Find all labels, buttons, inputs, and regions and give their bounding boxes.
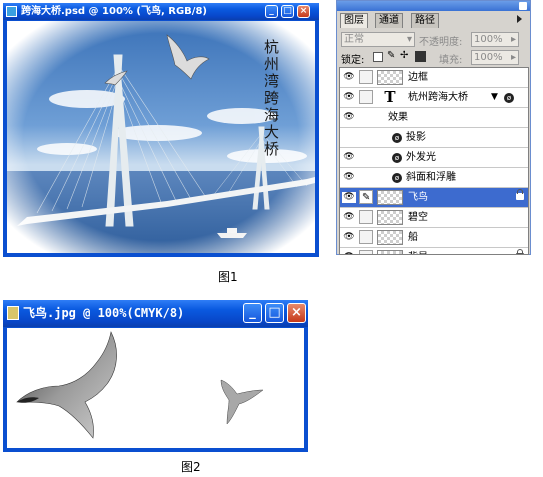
panel-header[interactable]: [337, 1, 530, 11]
minimize-button[interactable]: _: [243, 303, 262, 323]
opacity-field[interactable]: 100% ▸: [471, 32, 519, 47]
document-canvas[interactable]: [7, 328, 304, 448]
effects-label: 效果: [388, 112, 408, 123]
figure-caption-1: 图1: [218, 270, 238, 284]
effect-row-bevel-emboss[interactable]: 👁 ø 斜面和浮雕: [340, 168, 528, 188]
effect-icon: ø: [392, 153, 402, 163]
tab-channels[interactable]: 通道: [375, 13, 403, 28]
eye-icon[interactable]: 👁: [342, 112, 356, 123]
link-box[interactable]: [359, 250, 373, 254]
layer-row-sky[interactable]: 👁 碧空: [340, 208, 528, 228]
layer-name: 杭州跨海大桥: [408, 92, 468, 103]
lock-icon: [516, 189, 524, 200]
layer-row-background[interactable]: 👁 背景: [340, 248, 528, 254]
eye-icon[interactable]: 👁: [342, 72, 356, 83]
effect-name: 外发光: [406, 152, 436, 163]
layer-name: 背景: [408, 248, 428, 254]
link-box[interactable]: [359, 90, 373, 104]
layer-name: 船: [408, 232, 418, 243]
lock-icon: [516, 249, 524, 254]
jpg-doc-icon: [7, 306, 19, 320]
photoshop-doc-icon: [6, 6, 17, 17]
document-window-bridge: 跨海大桥.psd @ 100% (飞鸟, RGB/8) _ □ × 杭州湾跨海大…: [3, 3, 319, 257]
eye-off-placeholder[interactable]: [342, 132, 356, 143]
minimize-button[interactable]: _: [265, 5, 278, 18]
lock-fill-row: 锁定: ✎ ✢ 填充: 100% ▸: [339, 50, 527, 66]
layer-row-text[interactable]: 👁 T 杭州跨海大桥 ▼ ø: [340, 88, 528, 108]
effect-row-outer-glow[interactable]: 👁 ø 外发光: [340, 148, 528, 168]
maximize-button[interactable]: □: [281, 5, 294, 18]
fill-field[interactable]: 100% ▸: [471, 50, 519, 65]
panel-close-icon[interactable]: [519, 2, 527, 10]
link-box[interactable]: [359, 230, 373, 244]
maximize-button[interactable]: □: [265, 303, 284, 323]
layers-panel: 图层 通道 路径 正常 ▾ 不透明度: 100% ▸ 锁定: ✎ ✢ 填充: 1…: [336, 0, 531, 255]
document-canvas[interactable]: 杭州湾跨海大桥: [7, 21, 315, 253]
blend-opacity-row: 正常 ▾ 不透明度: 100% ▸: [339, 30, 527, 48]
eye-icon[interactable]: 👁: [342, 172, 356, 183]
bird-artwork: [16, 331, 264, 439]
eye-icon[interactable]: 👁: [342, 212, 356, 223]
lock-transparency-icon[interactable]: [373, 52, 383, 62]
layer-name: 碧空: [408, 212, 428, 223]
chevron-right-icon: ▸: [510, 52, 516, 63]
eye-icon[interactable]: 👁: [342, 92, 356, 103]
effect-icon: ø: [392, 173, 402, 183]
window-title-bar[interactable]: 飞鸟.jpg @ 100%(CMYK/8): [3, 300, 308, 327]
eye-icon[interactable]: 👁: [342, 252, 356, 254]
fill-value: 100%: [474, 52, 503, 63]
document-window-bird: 飞鸟.jpg @ 100%(CMYK/8) _ □ ×: [3, 300, 308, 452]
large-gull: [16, 331, 117, 439]
figure-caption-2: 图2: [181, 460, 201, 474]
brush-link-icon[interactable]: ✎: [359, 190, 373, 204]
layer-row-ship[interactable]: 👁 船: [340, 228, 528, 248]
blend-mode-value: 正常: [344, 34, 364, 45]
effect-row-drop-shadow[interactable]: ø 投影: [340, 128, 528, 148]
eye-icon[interactable]: 👁: [342, 232, 356, 243]
window-title: 跨海大桥.psd @ 100% (飞鸟, RGB/8): [21, 6, 207, 17]
effect-name: 投影: [406, 132, 426, 143]
link-box[interactable]: [359, 70, 373, 84]
layer-name: 边框: [408, 72, 428, 83]
effects-header-row[interactable]: 👁 效果: [340, 108, 528, 128]
eye-icon[interactable]: 👁: [342, 152, 356, 163]
small-gull: [220, 379, 264, 425]
lock-move-icon[interactable]: ✢: [400, 50, 408, 61]
effects-icon: ø: [504, 93, 514, 103]
layer-thumbnail: [377, 70, 403, 85]
vertical-title-text: 杭州湾跨海大桥: [264, 38, 280, 158]
close-button[interactable]: ×: [287, 303, 306, 323]
lock-brush-icon[interactable]: ✎: [387, 50, 395, 61]
fill-label: 填充:: [439, 55, 463, 66]
lock-all-icon[interactable]: [415, 51, 426, 62]
tab-layers[interactable]: 图层: [340, 13, 368, 28]
lock-label: 锁定:: [341, 55, 365, 66]
tab-paths[interactable]: 路径: [411, 13, 439, 28]
layer-row-border[interactable]: 👁 边框: [340, 68, 528, 88]
layer-thumbnail: [377, 190, 403, 205]
link-box[interactable]: [359, 210, 373, 224]
expand-effects-icon[interactable]: ▼: [491, 88, 498, 107]
panel-menu-arrow-icon[interactable]: [517, 15, 522, 23]
layer-thumbnail: [377, 250, 403, 254]
opacity-value: 100%: [474, 34, 503, 45]
window-title: 飞鸟.jpg @ 100%(CMYK/8): [23, 306, 185, 320]
blend-mode-select[interactable]: 正常 ▾: [341, 32, 415, 47]
layer-thumbnail: [377, 210, 403, 225]
eye-icon[interactable]: 👁: [342, 192, 356, 203]
opacity-label: 不透明度:: [419, 37, 463, 48]
effect-name: 斜面和浮雕: [406, 172, 456, 183]
layer-row-birds[interactable]: 👁 ✎ 飞鸟: [340, 188, 528, 208]
close-button[interactable]: ×: [297, 5, 310, 18]
layer-name: 飞鸟: [408, 192, 428, 203]
chevron-right-icon: ▸: [510, 34, 516, 45]
effect-icon: ø: [392, 133, 402, 143]
chevron-down-icon: ▾: [406, 34, 412, 45]
layer-thumbnail: [377, 230, 403, 245]
layers-list: 👁 边框 👁 T 杭州跨海大桥 ▼ ø 👁 效果 ø 投影 👁 ø 外发光 👁 …: [339, 67, 529, 255]
text-layer-icon: T: [384, 88, 396, 106]
